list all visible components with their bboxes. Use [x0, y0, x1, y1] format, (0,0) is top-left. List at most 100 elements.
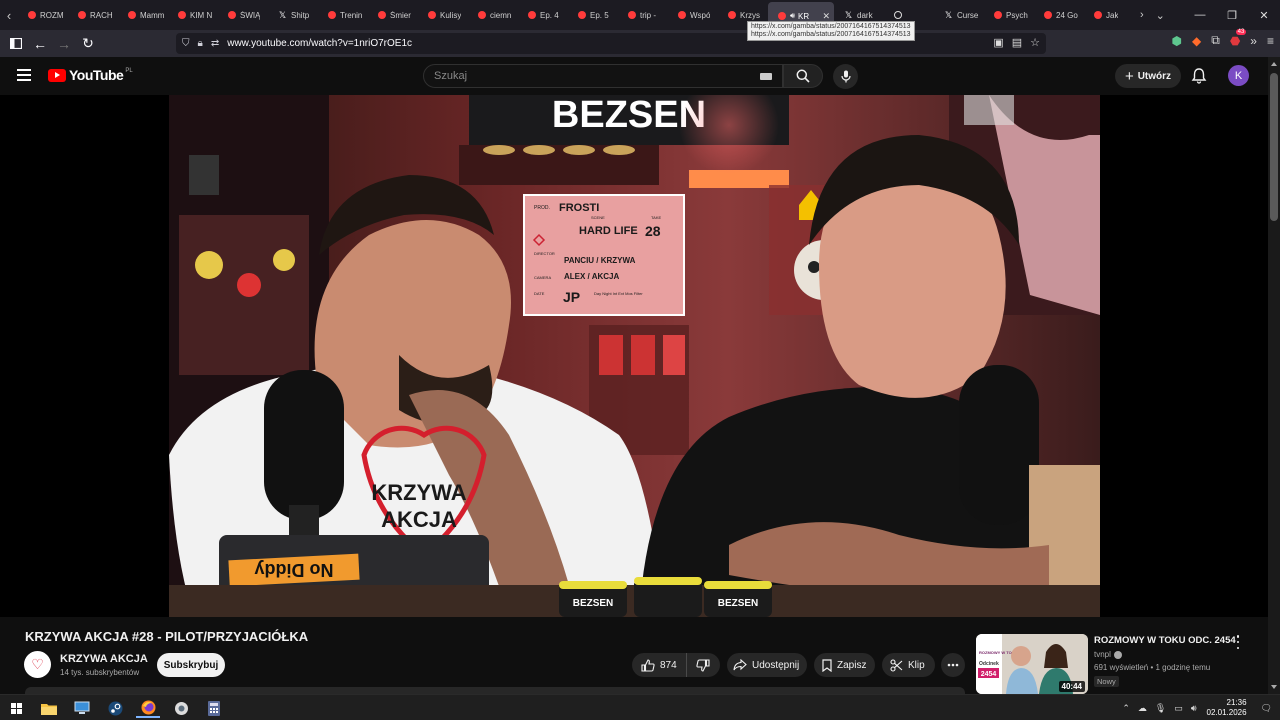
onedrive-icon[interactable]: ☁	[1138, 703, 1147, 714]
adblock-extension-icon[interactable]: ⬣ 43	[1230, 28, 1247, 48]
browser-tab[interactable]: ŚWIĄ	[218, 3, 268, 27]
video-player[interactable]: BEZSEN PROD. FROSTI SCENE HARD LIFE TAKE…	[0, 95, 1268, 617]
forward-icon[interactable]: →	[52, 32, 76, 56]
firefox-icon[interactable]	[136, 698, 160, 718]
browser-tab[interactable]: 𝕏 Curse	[934, 3, 984, 27]
browser-tab[interactable]: Ep. 4	[518, 3, 568, 27]
tab-scroll-left-icon[interactable]: ‹	[0, 0, 18, 30]
browser-tab[interactable]: Wspó	[668, 3, 718, 27]
scroll-down-icon[interactable]	[1271, 685, 1277, 689]
browser-tab[interactable]: 𝕏 Shitp	[268, 3, 318, 27]
reader-view-icon[interactable]: ▤	[1012, 36, 1022, 49]
monitor-app-icon[interactable]	[70, 698, 94, 718]
app-menu-icon[interactable]: ≡	[1267, 34, 1274, 48]
list-all-tabs-icon[interactable]: ⌄	[1156, 9, 1165, 22]
scroll-up-icon[interactable]	[1271, 62, 1277, 66]
thumb-number: 2454	[981, 671, 997, 678]
browser-tab[interactable]: 24 Go	[1034, 3, 1084, 27]
clapper-meta: Day Night Int Ext Mos Filter	[594, 291, 643, 296]
tab-tooltip: https://x.com/gamba/status/2007164167514…	[747, 21, 915, 41]
network-icon[interactable]: ▭	[1174, 703, 1183, 714]
tab-label: ciemn	[490, 10, 512, 20]
back-icon[interactable]: ←	[28, 32, 52, 56]
tab-scroll-right-icon[interactable]: ›	[1140, 9, 1144, 21]
recommended-channel[interactable]: tvnpl	[1094, 650, 1122, 659]
browser-tab[interactable]: Kulisy	[418, 3, 468, 27]
like-button[interactable]: 874	[632, 653, 687, 677]
sidebar-toggle-icon[interactable]	[4, 32, 28, 56]
close-window-icon[interactable]: ✕	[1248, 9, 1280, 22]
url-bar[interactable]: ⛉ 🔒︎ ⇄ www.youtube.com/watch?v=1nriO7rOE…	[176, 33, 1046, 54]
tab-audio-icon[interactable]: 🔊︎	[790, 11, 795, 21]
channel-name[interactable]: KRZYWA AKCJA	[60, 653, 148, 665]
taskbar-clock[interactable]: 21:36 02.01.2026	[1207, 698, 1247, 718]
browser-tab[interactable]: trip -	[618, 3, 668, 27]
microphone-tray-icon[interactable]: 🎙︎	[1155, 703, 1166, 714]
browser-tab[interactable]: Mamm	[118, 3, 168, 27]
tray-chevron-icon[interactable]: ⌃	[1122, 703, 1130, 714]
clock-date: 02.01.2026	[1206, 708, 1247, 717]
bookmark-star-icon[interactable]: ☆	[1030, 36, 1040, 49]
voice-search-button[interactable]	[833, 64, 858, 89]
url-text[interactable]: www.youtube.com/watch?v=1nriO7rOE1c	[227, 38, 412, 49]
browser-tab[interactable]: Trenin	[318, 3, 368, 27]
search-input[interactable]: Szukaj	[423, 64, 783, 88]
video-frame[interactable]: BEZSEN PROD. FROSTI SCENE HARD LIFE TAKE…	[169, 95, 1100, 617]
country-code: PL	[125, 68, 133, 74]
recommended-more-icon[interactable]	[1234, 635, 1242, 649]
description-box[interactable]	[25, 687, 965, 694]
keyboard-icon[interactable]	[760, 73, 772, 80]
notifications-bell-icon[interactable]	[1190, 67, 1208, 85]
page-scrollbar[interactable]	[1268, 57, 1280, 694]
browser-tab[interactable]: Psych	[984, 3, 1034, 27]
browser-tab[interactable]: Ep. 5	[568, 3, 618, 27]
calculator-icon[interactable]	[202, 698, 226, 718]
extensions-icon[interactable]: ⧉	[1211, 33, 1220, 48]
channel-avatar[interactable]: ♡	[24, 651, 51, 678]
app-icon[interactable]	[169, 698, 193, 718]
youtube-favicon-icon	[1044, 11, 1052, 19]
steam-icon[interactable]	[103, 698, 127, 718]
browser-tab[interactable]: RACH	[68, 3, 118, 27]
recommended-title[interactable]: ROZMOWY W TOKU ODC. 2454	[1094, 635, 1236, 646]
minimize-icon[interactable]: —	[1184, 9, 1216, 21]
clip-label: Klip	[908, 659, 925, 671]
save-button[interactable]: Zapisz	[814, 653, 875, 677]
notification-center-icon[interactable]: 🗨︎	[1261, 703, 1272, 714]
tab-close-icon[interactable]: ✕	[822, 11, 830, 22]
guide-menu-icon[interactable]	[17, 69, 31, 81]
browser-tab[interactable]: ROZM	[18, 3, 68, 27]
browser-toolbar: ← → ↻ ⛉ 🔒︎ ⇄ www.youtube.com/watch?v=1nr…	[0, 28, 1280, 57]
search-button[interactable]	[783, 64, 823, 88]
scrollbar-thumb[interactable]	[1270, 73, 1278, 221]
file-explorer-icon[interactable]	[37, 698, 61, 718]
windows-start-icon[interactable]	[4, 698, 28, 718]
subscribe-button[interactable]: Subskrybuj	[157, 653, 225, 677]
tab-label: RACH	[90, 10, 113, 20]
account-avatar[interactable]: K	[1228, 65, 1249, 86]
browser-tab[interactable]: Jak	[1084, 3, 1134, 27]
reload-icon[interactable]: ↻	[76, 32, 100, 56]
browser-tab[interactable]: ciemn	[468, 3, 518, 27]
clip-button[interactable]: Klip	[882, 653, 935, 677]
youtube-favicon-icon	[1094, 11, 1102, 19]
youtube-logo[interactable]: YouTube PL	[48, 67, 133, 83]
share-button[interactable]: Udostępnij	[727, 653, 807, 677]
overflow-chevron-icon[interactable]: »	[1250, 34, 1257, 48]
vpn-extension-icon[interactable]: ⬢	[1172, 34, 1182, 48]
recommended-thumbnail[interactable]: ROZMOWY W TOKU Odcinek 2454 40:44	[976, 634, 1088, 694]
dislike-button[interactable]	[687, 653, 720, 677]
shield-icon[interactable]: ⛉	[182, 38, 190, 49]
youtube-favicon-icon	[728, 11, 736, 19]
create-button[interactable]: + Utwórz	[1115, 64, 1181, 88]
fox-extension-icon[interactable]: ◆	[1192, 34, 1201, 48]
volume-icon[interactable]: 🔊︎	[1191, 703, 1197, 714]
more-actions-button[interactable]	[941, 653, 965, 677]
picture-in-picture-icon[interactable]: ▣	[993, 36, 1003, 49]
browser-tab[interactable]: Śmier	[368, 3, 418, 27]
permissions-icon[interactable]: ⇄	[211, 38, 219, 49]
browser-tab[interactable]: KIM N	[168, 3, 218, 27]
lock-icon[interactable]: 🔒︎	[198, 38, 203, 49]
restore-icon[interactable]: ❐	[1216, 9, 1248, 22]
search-icon	[796, 69, 810, 83]
